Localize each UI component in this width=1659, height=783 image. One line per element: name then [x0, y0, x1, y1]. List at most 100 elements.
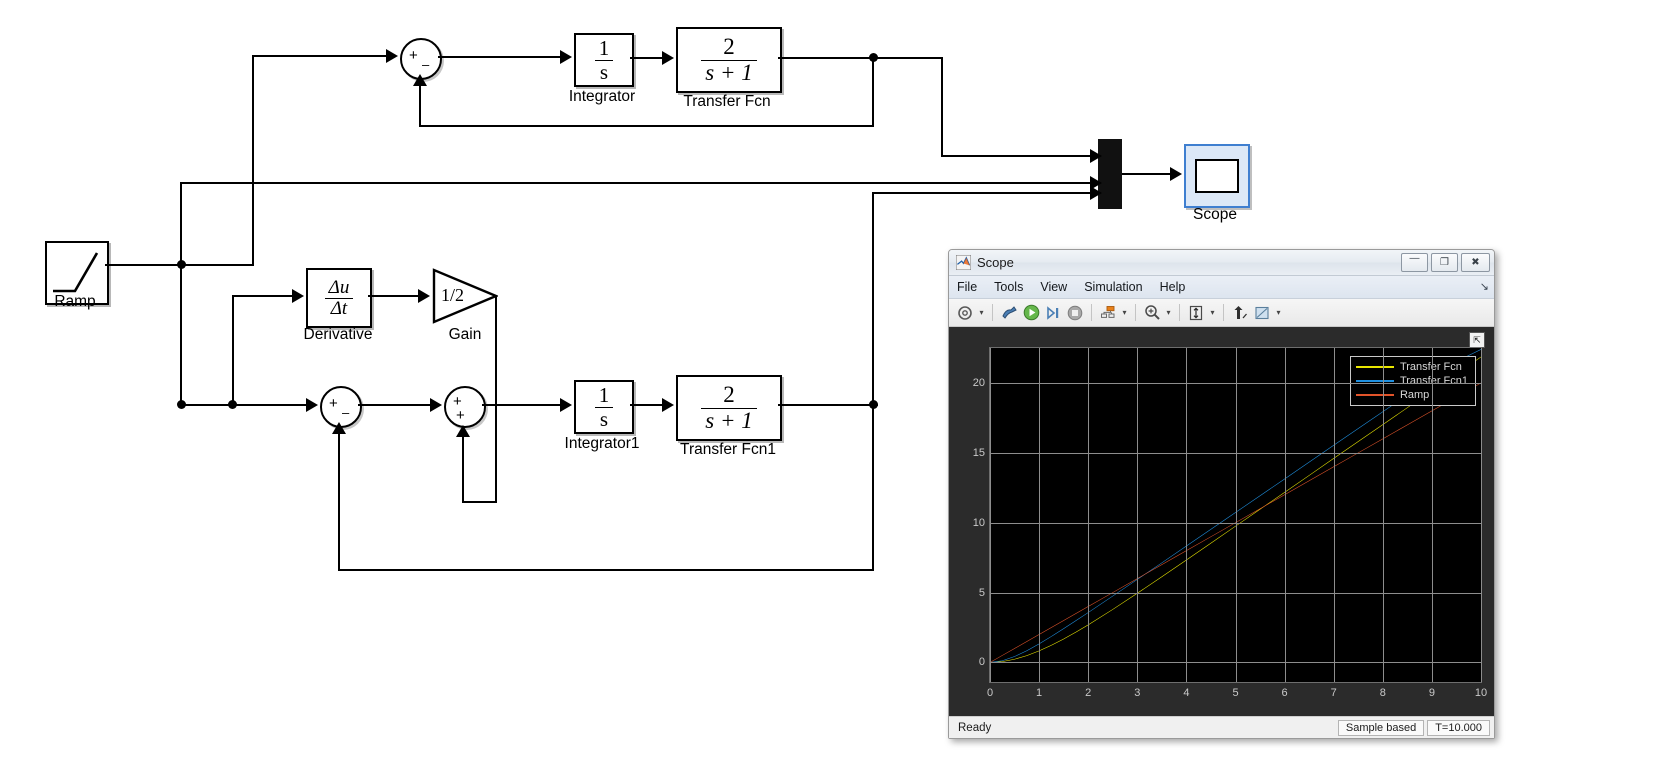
- wire-gain-down: [495, 295, 497, 503]
- wire-mux-to-scope: [1122, 173, 1172, 175]
- block-integrator[interactable]: 1 s: [574, 33, 634, 87]
- derivative-denominator: Δt: [324, 297, 354, 319]
- scope-menubar[interactable]: File Tools View Simulation Help ↘: [949, 276, 1494, 299]
- style-caret-icon[interactable]: ▾: [1274, 308, 1283, 317]
- minimize-button[interactable]: —: [1401, 253, 1428, 272]
- wire-feedback-top-riser: [419, 86, 421, 126]
- xtick-label: 2: [1085, 687, 1092, 699]
- menu-item-tools[interactable]: Tools: [994, 280, 1023, 294]
- block-scope[interactable]: [1184, 144, 1250, 208]
- menu-item-view[interactable]: View: [1040, 280, 1067, 294]
- arrow-feedback-into-sum2: [332, 422, 346, 434]
- ytick-label: 15: [972, 446, 985, 459]
- toolbar-separator-4: [1179, 304, 1180, 321]
- arrow-into-derivative: [292, 289, 304, 303]
- block-integrator1[interactable]: 1 s: [574, 380, 634, 434]
- autoscale-caret-icon[interactable]: ▾: [1208, 308, 1217, 317]
- scope-statusbar: Ready Sample based T=10.000: [949, 716, 1494, 738]
- toolbar-separator-1: [992, 304, 993, 321]
- wire-feedback-bottom-vertical: [872, 404, 874, 571]
- block-gain[interactable]: 1/2: [432, 268, 498, 324]
- wire-sum2-to-sum3: [358, 404, 434, 406]
- block-derivative[interactable]: Δu Δt: [306, 268, 372, 328]
- gridline-x: [1431, 348, 1433, 682]
- wire-derivative-to-gain: [368, 295, 422, 297]
- integrator-denominator: s: [594, 59, 614, 83]
- window-controls[interactable]: — ❐ ✖: [1401, 253, 1490, 272]
- gridline-y: [990, 662, 1481, 664]
- status-sample-mode: Sample based: [1337, 719, 1425, 736]
- configuration-properties-icon[interactable]: [955, 303, 975, 323]
- model-hierarchy-caret-icon[interactable]: ▾: [1120, 308, 1129, 317]
- xtick-label: 9: [1428, 687, 1435, 699]
- toolbar-separator-2: [1091, 304, 1092, 321]
- wire-transferfcn-to-mux-vertical: [941, 57, 943, 156]
- arrow-into-integrator: [560, 50, 572, 64]
- wire-transferfcn-junction-right: [872, 57, 943, 59]
- gridline-x: [1382, 348, 1384, 682]
- scope-plot-area[interactable]: ⇱ Transfer Fcn Transfer Fcn1 Ramp 0 1 2 …: [949, 327, 1494, 716]
- legend-row-ramp[interactable]: Ramp: [1355, 389, 1468, 401]
- autoscale-icon[interactable]: [1186, 303, 1206, 323]
- arrow-transferfcn1-into-mux: [1090, 186, 1102, 200]
- maximize-button[interactable]: ❐: [1431, 253, 1458, 272]
- integrator1-denominator: s: [594, 406, 614, 430]
- model-hierarchy-icon[interactable]: [1098, 303, 1118, 323]
- run-icon[interactable]: [1021, 303, 1041, 323]
- scope-window[interactable]: Scope — ❐ ✖ File Tools View Simulation H…: [948, 249, 1495, 739]
- scope-titlebar[interactable]: Scope — ❐ ✖: [949, 250, 1494, 276]
- gain-value: 1/2: [441, 285, 465, 305]
- block-label-integrator: Integrator: [568, 88, 636, 105]
- zoom-in-icon[interactable]: [1142, 303, 1162, 323]
- stop-icon[interactable]: [1065, 303, 1085, 323]
- menu-item-simulation[interactable]: Simulation: [1084, 280, 1142, 294]
- wire-integrator-to-transferfcn: [630, 57, 666, 59]
- gridline-y: [990, 452, 1481, 454]
- block-transfer-fcn[interactable]: 2 s + 1: [676, 27, 782, 93]
- cursor-measurements-icon[interactable]: [1230, 303, 1250, 323]
- status-time: T=10.000: [1427, 719, 1490, 736]
- menu-item-help[interactable]: Help: [1160, 280, 1186, 294]
- block-transfer-fcn1[interactable]: 2 s + 1: [676, 375, 782, 441]
- menubar-expand-icon[interactable]: ↘: [1480, 280, 1489, 293]
- legend-row-transfer-fcn[interactable]: Transfer Fcn: [1355, 361, 1468, 373]
- xtick-label: 5: [1232, 687, 1239, 699]
- zoom-caret-icon[interactable]: ▾: [1164, 308, 1173, 317]
- gridline-x: [1186, 348, 1188, 682]
- wire-transferfcn1-to-mux-vertical: [872, 192, 874, 404]
- gridline-x: [1235, 348, 1237, 682]
- wire-transferfcn-to-mux: [941, 155, 1098, 157]
- arrow-into-transferfcn: [662, 51, 674, 65]
- print-icon[interactable]: [999, 303, 1019, 323]
- wire-transferfcn-out: [778, 57, 878, 59]
- sum2-plus-sign: +: [329, 395, 338, 412]
- wire-ramp-to-mux: [180, 182, 1098, 184]
- maximize-icon: ❐: [1440, 257, 1449, 268]
- wire-sum1-to-integrator: [438, 56, 564, 58]
- ytick-label: 20: [972, 376, 985, 389]
- toolbar-separator-5: [1223, 304, 1224, 321]
- scope-toolbar[interactable]: ▾ ▾ ▾ ▾ ▾: [949, 299, 1494, 327]
- plot-canvas[interactable]: Transfer Fcn Transfer Fcn1 Ramp 0 1 2 3 4 5 6 7…: [973, 347, 1487, 699]
- minimize-icon: —: [1409, 253, 1420, 264]
- xtick-label: 4: [1183, 687, 1190, 699]
- style-icon[interactable]: [1252, 303, 1272, 323]
- menu-item-file[interactable]: File: [957, 280, 977, 294]
- block-sum3[interactable]: [444, 386, 486, 428]
- undock-button[interactable]: ⇱: [1469, 332, 1485, 348]
- arrow-into-scope: [1170, 167, 1182, 181]
- legend-row-transfer-fcn1[interactable]: Transfer Fcn1: [1355, 375, 1468, 387]
- close-button[interactable]: ✖: [1461, 253, 1490, 272]
- gridline-x: [1088, 348, 1090, 682]
- block-label-transfer-fcn: Transfer Fcn: [683, 93, 771, 110]
- derivative-numerator: Δu: [328, 276, 350, 298]
- status-ready: Ready: [958, 721, 992, 734]
- arrow-into-sum2: [306, 398, 318, 412]
- configuration-caret-icon[interactable]: ▾: [977, 308, 986, 317]
- scope-screen-icon: [1195, 159, 1239, 193]
- wire-transferfcn1-out: [778, 404, 878, 406]
- integrator1-expression: 1 s: [594, 384, 614, 430]
- close-icon: ✖: [1471, 257, 1480, 268]
- plot-legend[interactable]: Transfer Fcn Transfer Fcn1 Ramp: [1349, 356, 1476, 406]
- step-forward-icon[interactable]: [1043, 303, 1063, 323]
